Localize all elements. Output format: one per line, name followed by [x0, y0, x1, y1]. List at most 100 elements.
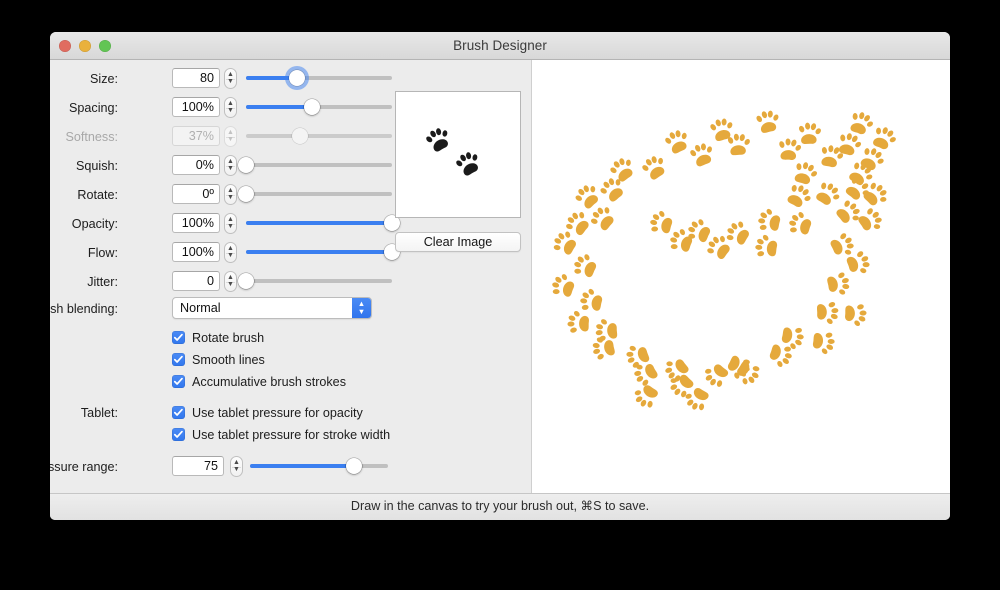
slider-fill — [250, 464, 354, 468]
paw-print-stamp-1 — [756, 110, 779, 133]
slider-size[interactable] — [246, 68, 392, 89]
slider-row-spacing: Spacing: 100% ▲ ▼ — [50, 97, 392, 119]
pressure-range-input[interactable]: 75 — [172, 456, 224, 476]
paw-print-stamp-13 — [794, 162, 818, 185]
stepper-size[interactable]: ▲ ▼ — [224, 68, 237, 89]
slider-jitter[interactable] — [238, 271, 392, 292]
checkbox-label-use-tablet-pressure-for-stroke-width[interactable]: Use tablet pressure for stroke width — [192, 425, 390, 445]
checkbox-use-tablet-pressure-for-opacity[interactable] — [172, 406, 185, 419]
checkbox-label-smooth-lines[interactable]: Smooth lines — [192, 350, 265, 370]
paw-print-stamp-16 — [575, 185, 598, 209]
paw-print-stamp-57 — [685, 388, 709, 411]
slider-rotate[interactable] — [238, 184, 392, 205]
input-opacity[interactable]: 100% — [172, 213, 220, 233]
stepper-jitter[interactable]: ▲ ▼ — [224, 271, 237, 292]
window-content: Size: 80 ▲ ▼ Spacing: 100% ▲ ▼ Softness: 37% ▲ ▼ Squ… — [50, 60, 950, 493]
stepper-flow[interactable]: ▲ ▼ — [224, 242, 237, 263]
clear-image-button[interactable]: Clear Image — [395, 232, 521, 252]
slider-track — [246, 163, 392, 167]
paw-print-stamp-33 — [755, 234, 778, 257]
paw-print-stamp-38 — [552, 274, 575, 297]
checkbox-label-use-tablet-pressure-for-opacity[interactable]: Use tablet pressure for opacity — [192, 403, 363, 423]
input-rotate[interactable]: 0º — [172, 184, 220, 204]
slider-row-softness: Softness: 37% ▲ ▼ — [50, 126, 392, 148]
checkbox-accumulative-brush-strokes[interactable] — [172, 375, 185, 388]
brush-preview-thumbnail[interactable] — [395, 91, 521, 218]
paw-print-stamp-47 — [812, 332, 835, 355]
input-squish[interactable]: 0% — [172, 155, 220, 175]
input-jitter[interactable]: 0 — [172, 271, 220, 291]
label-squish: Squish: — [75, 159, 118, 173]
slider-row-squish: Squish: 0% ▲ ▼ — [50, 155, 392, 177]
input-spacing[interactable]: 100% — [172, 97, 220, 117]
paw-print-stamp-29 — [789, 212, 812, 235]
slider-thumb[interactable] — [303, 99, 320, 115]
stepper-rotate[interactable]: ▲ ▼ — [224, 184, 237, 205]
checkbox-label-accumulative-brush-strokes[interactable]: Accumulative brush strokes — [192, 372, 346, 392]
brush-test-canvas[interactable] — [531, 60, 950, 493]
paw-print-stamp-36 — [574, 254, 597, 278]
paw-print-stamp-1 — [456, 152, 478, 176]
pressure-range-stepper[interactable]: ▲ ▼ — [230, 456, 243, 477]
checkbox-side-label: Tablet: — [80, 406, 118, 420]
pressure-range-row: Pressure range: 75 ▲▼ — [50, 456, 392, 478]
paw-print-stamp-24 — [836, 200, 860, 223]
stepper-spacing[interactable]: ▲ ▼ — [224, 97, 237, 118]
paw-print-stamp-42 — [816, 302, 839, 324]
status-bar: Draw in the canvas to try your brush out… — [50, 493, 950, 520]
input-softness[interactable]: 37% — [172, 126, 220, 146]
slider-track — [246, 134, 392, 138]
paw-print-stamp-43 — [845, 304, 867, 327]
slider-fill — [246, 105, 312, 109]
paw-print-stamp-41 — [567, 310, 589, 333]
checkbox-row-smooth-lines: Smooth lines — [50, 350, 392, 370]
paw-print-stamp-39 — [827, 272, 850, 295]
paw-print-stamp-25 — [858, 208, 882, 231]
label-flow: Flow: — [87, 246, 118, 260]
paw-print-stamp-26 — [650, 210, 673, 234]
slider-thumb[interactable] — [238, 186, 254, 202]
checkbox-label-rotate-brush[interactable]: Rotate brush — [192, 328, 264, 348]
paw-print-stamp-2 — [799, 122, 821, 145]
slider-track — [246, 279, 392, 283]
label-spacing: Spacing: — [68, 101, 118, 115]
stepper-softness[interactable]: ▲ ▼ — [224, 126, 237, 147]
stepper-opacity[interactable]: ▲ ▼ — [224, 213, 237, 234]
slider-row-jitter: Jitter: 0 ▲ ▼ — [50, 271, 392, 293]
slider-row-rotate: Rotate: 0º ▲ ▼ — [50, 184, 392, 206]
checkbox-rotate-brush[interactable] — [172, 331, 185, 344]
brush-blending-row: Brush blending: Normal ▲ ▼ — [50, 297, 392, 320]
paw-print-stamp-3 — [665, 130, 687, 154]
slider-spacing[interactable] — [246, 97, 392, 118]
checkbox-row-rotate-brush: Rotate brush — [50, 328, 392, 348]
slider-flow[interactable] — [246, 242, 400, 263]
paw-print-stamp-30 — [726, 221, 749, 245]
slider-squish[interactable] — [238, 155, 392, 176]
window-title: Brush Designer — [453, 38, 547, 53]
slider-thumb[interactable] — [292, 128, 309, 144]
brush-blending-select[interactable]: Normal ▲ ▼ — [172, 297, 372, 319]
window-titlebar[interactable]: Brush Designer — [50, 32, 950, 60]
paw-print-stamp-54 — [705, 364, 729, 387]
label-softness: Softness: — [65, 130, 118, 144]
slider-softness[interactable] — [246, 126, 392, 147]
slider-row-flow: Flow: 100% ▲ ▼ — [50, 242, 400, 264]
slider-opacity[interactable] — [246, 213, 400, 234]
checkbox-use-tablet-pressure-for-stroke-width[interactable] — [172, 428, 185, 441]
slider-thumb[interactable] — [238, 273, 254, 289]
slider-thumb[interactable] — [345, 458, 362, 474]
pressure-range-label: Pressure range: — [50, 460, 118, 474]
paw-print-stamp-12 — [642, 156, 665, 180]
canvas-strokes — [552, 110, 896, 411]
paw-print-stamp-19 — [863, 182, 887, 206]
status-bar-text: Draw in the canvas to try your brush out… — [350, 499, 650, 513]
input-flow[interactable]: 100% — [172, 242, 220, 262]
pressure-range-slider[interactable] — [250, 456, 388, 477]
slider-thumb[interactable] — [289, 70, 306, 86]
checkbox-smooth-lines[interactable] — [172, 353, 185, 366]
slider-thumb[interactable] — [238, 157, 254, 173]
input-size[interactable]: 80 — [172, 68, 220, 88]
stepper-squish[interactable]: ▲ ▼ — [224, 155, 237, 176]
paw-print-stamp-20 — [787, 184, 811, 208]
paw-print-stamp-35 — [830, 233, 854, 255]
